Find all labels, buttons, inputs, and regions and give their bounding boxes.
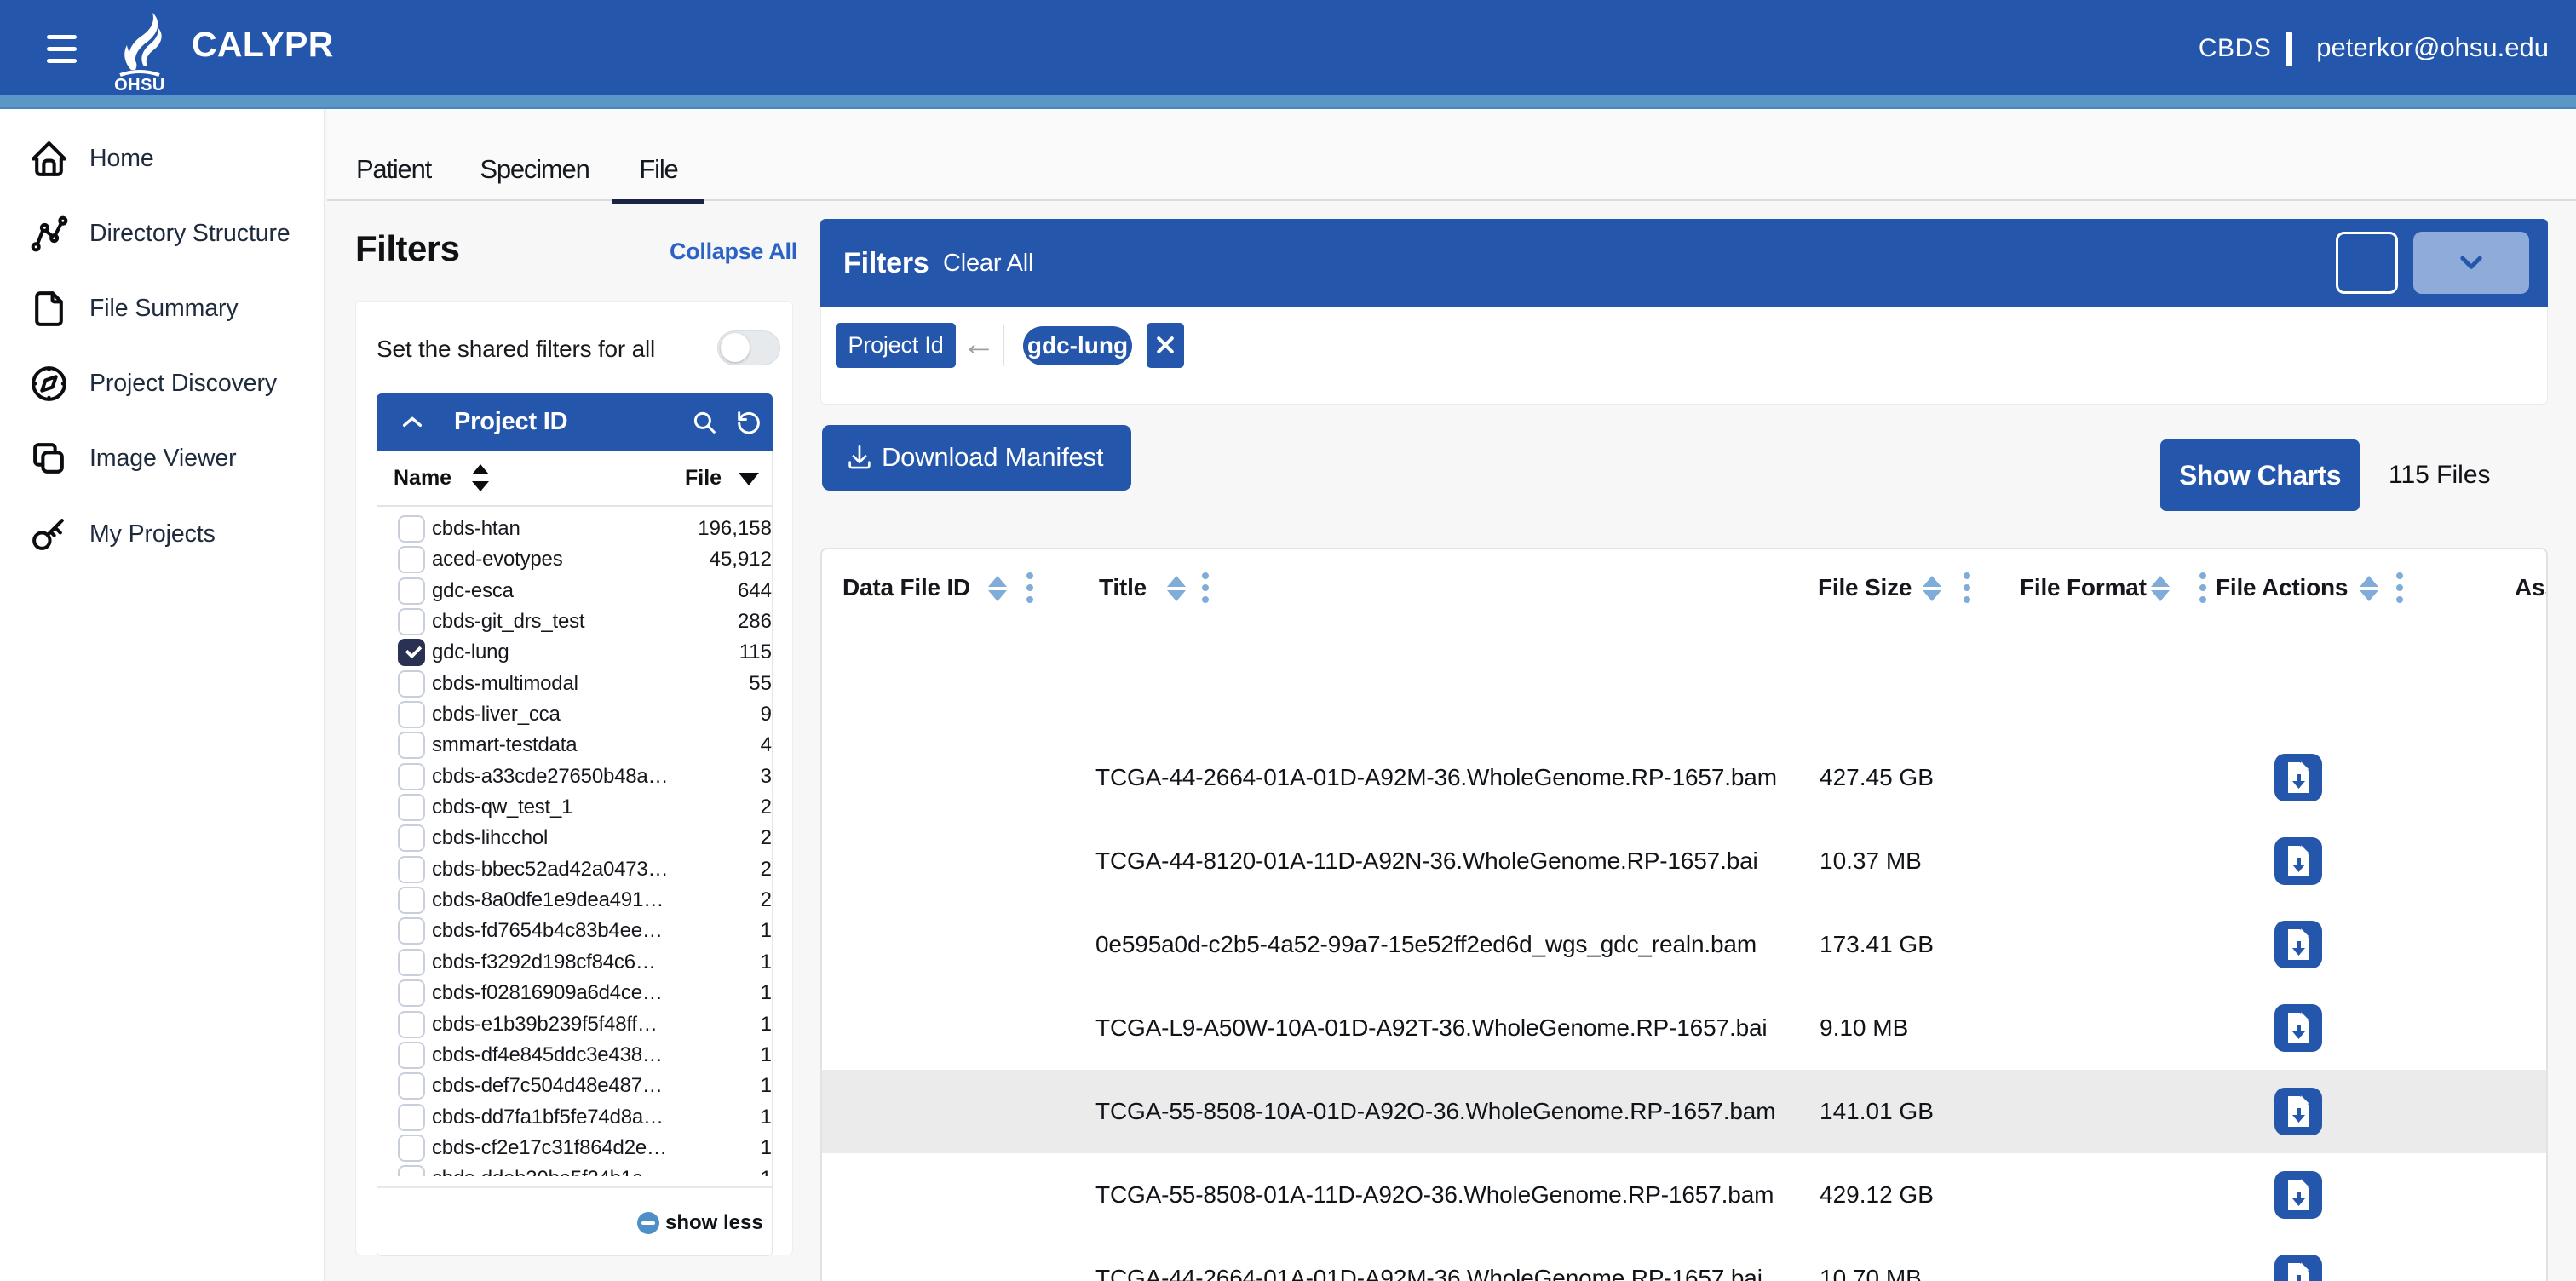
svg-text:OHSU: OHSU — [114, 76, 165, 92]
